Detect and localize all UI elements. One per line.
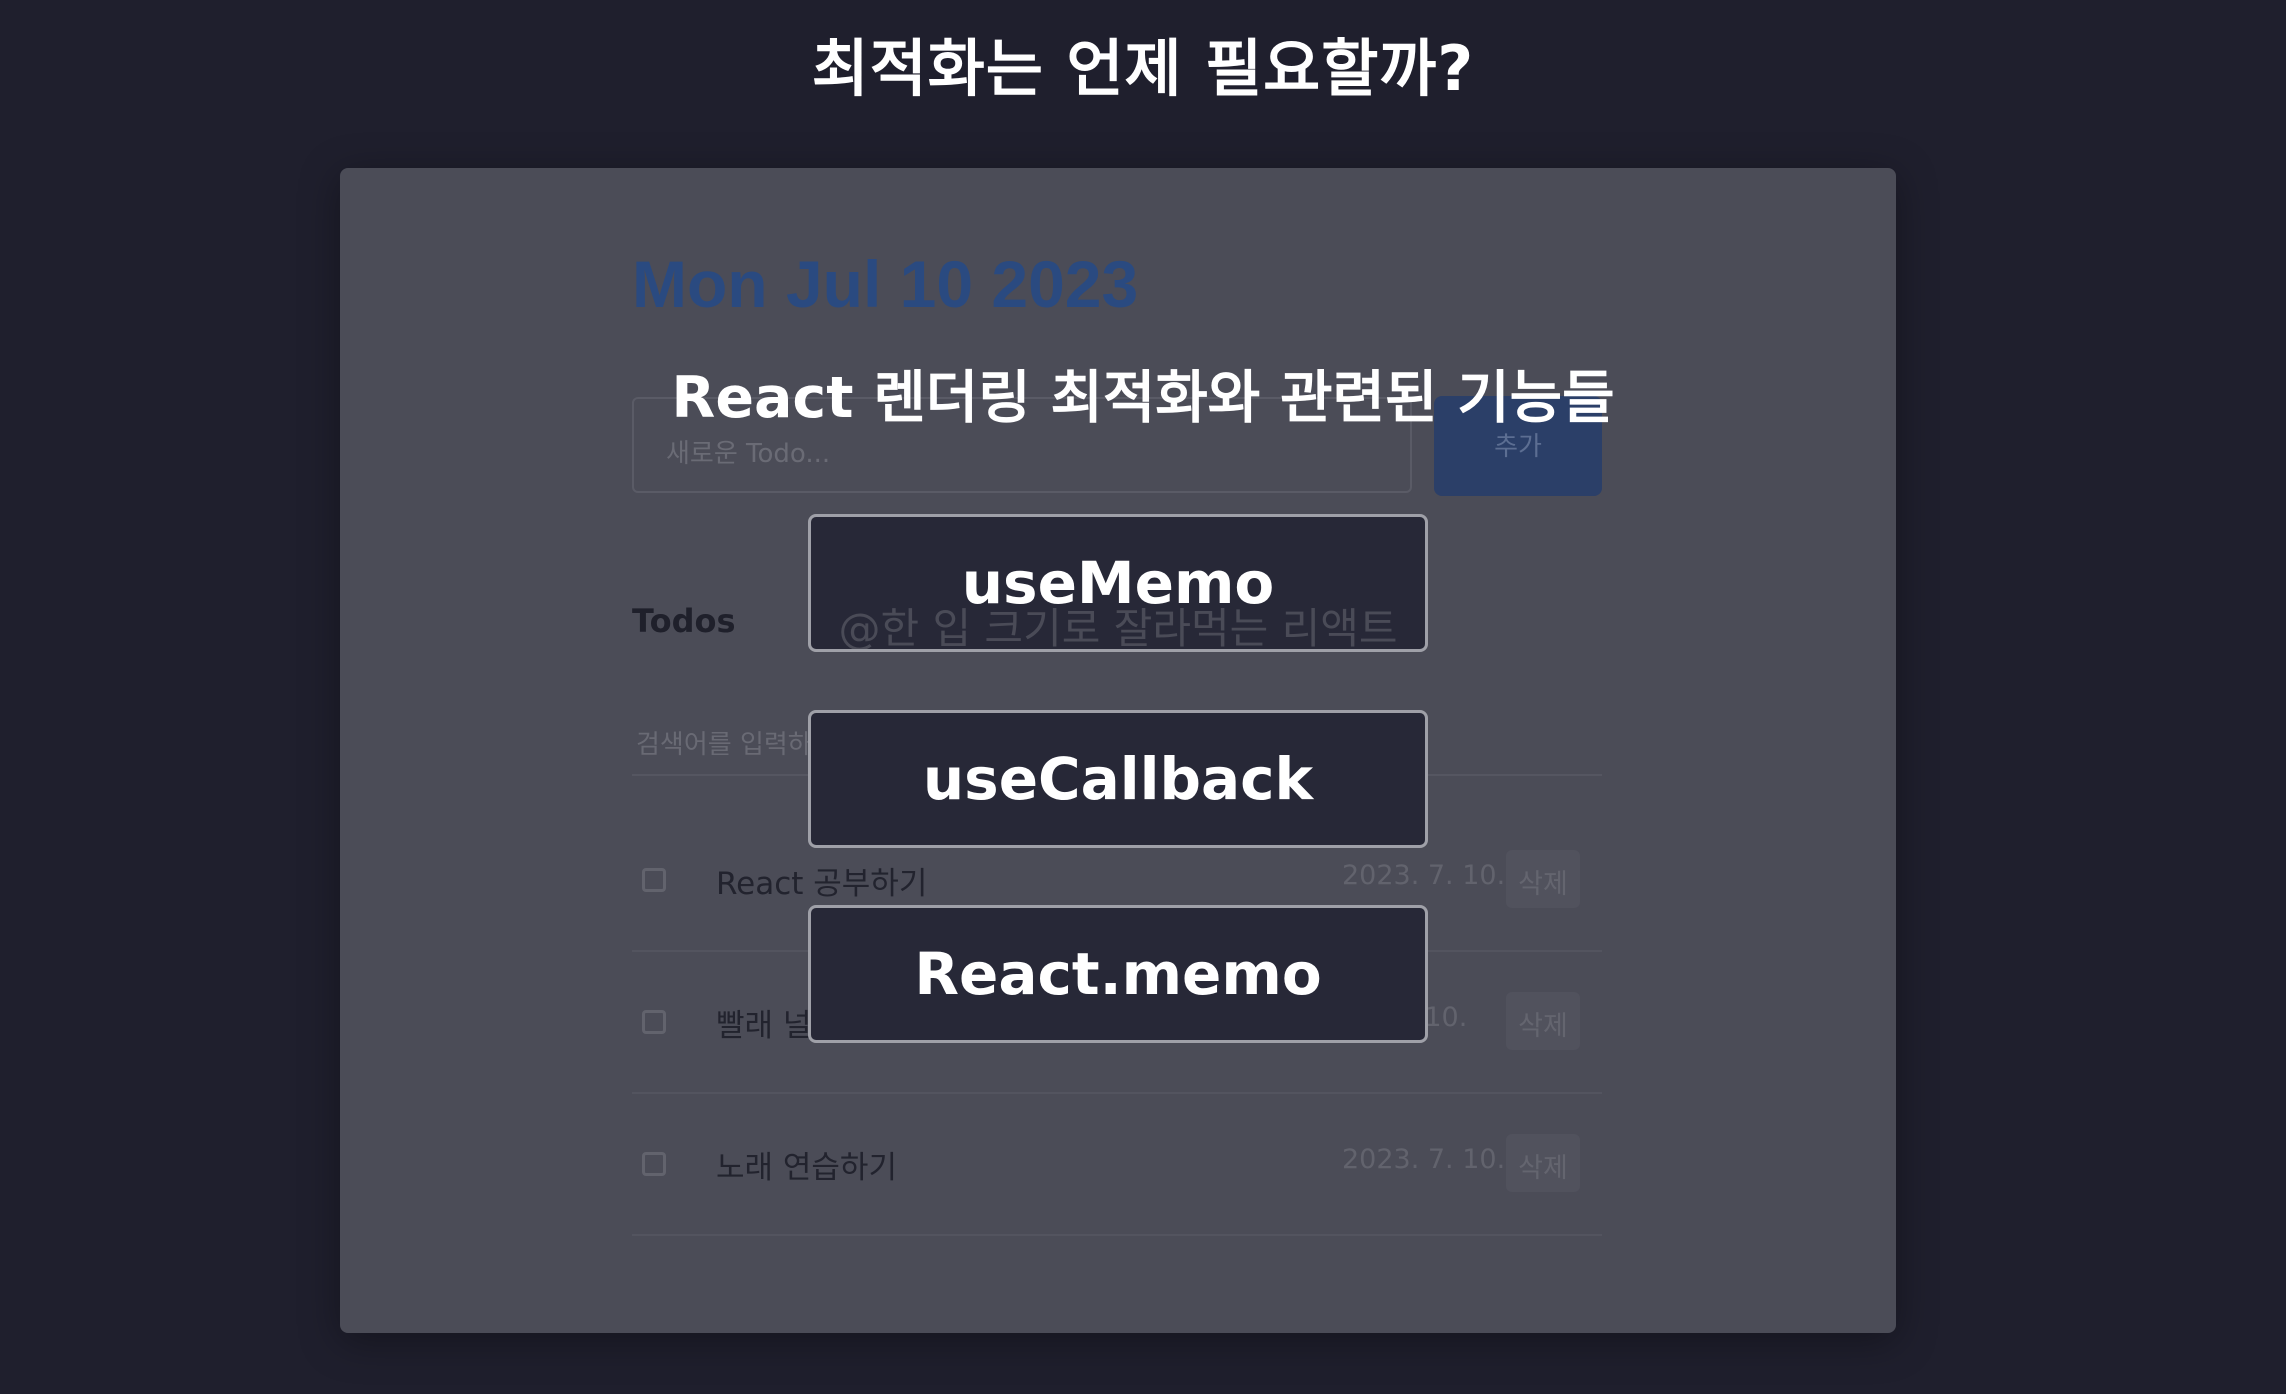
delete-button[interactable]: 삭제 [1506, 992, 1580, 1050]
date-title: Mon Jul 10 2023 [632, 247, 1139, 321]
delete-button[interactable]: 삭제 [1506, 850, 1580, 908]
todo-item: 노래 연습하기 2023. 7. 10. 삭제 [632, 1094, 1602, 1236]
todo-date: 2023. 7. 10. [1342, 860, 1506, 891]
feature-label: React.memo [914, 940, 1322, 1008]
feature-label: useCallback [922, 745, 1314, 813]
feature-usememo: useMemo @한 입 크기로 잘라먹는 리액트 [808, 514, 1428, 652]
feature-label: useMemo [961, 549, 1275, 617]
todo-checkbox[interactable] [642, 868, 666, 892]
todo-checkbox[interactable] [642, 1152, 666, 1176]
todo-content: React 공부하기 [716, 866, 928, 902]
feature-usecallback: useCallback [808, 710, 1428, 848]
todos-heading: Todos [632, 602, 736, 640]
todo-date: 2023. 7. 10. [1342, 1144, 1506, 1175]
overlay-heading: React 렌더링 최적화와 관련된 기능들 [671, 365, 1615, 431]
slide-title: 최적화는 언제 필요할까? [811, 32, 1475, 105]
todo-content: 빨래 널 [716, 1008, 812, 1044]
todo-content: 노래 연습하기 [716, 1150, 897, 1186]
delete-button[interactable]: 삭제 [1506, 1134, 1580, 1192]
todo-checkbox[interactable] [642, 1010, 666, 1034]
feature-react-memo: React.memo [808, 905, 1428, 1043]
